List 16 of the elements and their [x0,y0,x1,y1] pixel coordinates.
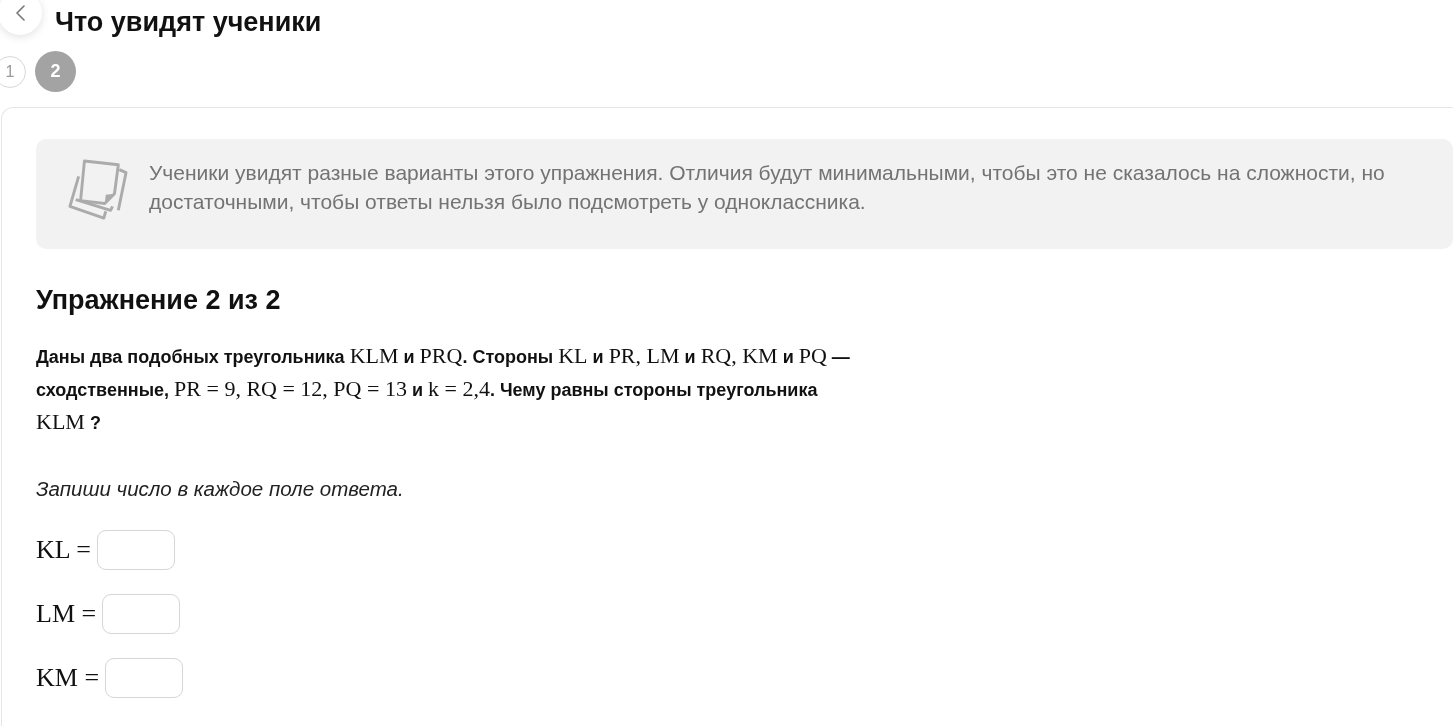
step-button[interactable]: 2 [35,51,76,92]
problem-text: Даны два подобных треугольника KLM и PRQ. Стороны KL и PR, LM и RQ, KM и PQ — сходственные, PR = 9, RQ = 12, PQ = 13 и k = 2,4. Чему равны стороны треугольника KLM ? [36,342,851,436]
answer-field[interactable] [96,530,175,570]
page-title: Что увидят ученики [55,6,322,39]
answer-field[interactable] [105,658,184,698]
pages-icon [68,157,128,221]
notice-text: Ученики увидят разные варианты этого упражнения. Отличия будут минимальными, чтобы это не сказалось на сложности, но достаточными, чтобы ответы нельзя было подсмотреть у одноклассника. [149,160,1386,215]
back-button[interactable] [0,0,42,35]
answer-label: LM = [36,599,97,629]
chevron-left-icon [15,5,25,21]
exercise-heading: Упражнение 2 из 2 [36,285,282,315]
answer-label: KM = [36,663,100,693]
answer-label: KL = [36,535,91,565]
step-button[interactable]: 1 [0,55,26,88]
answer-field[interactable] [102,594,181,634]
instruction-text: Запиши число в каждое поле ответа. [36,477,405,501]
